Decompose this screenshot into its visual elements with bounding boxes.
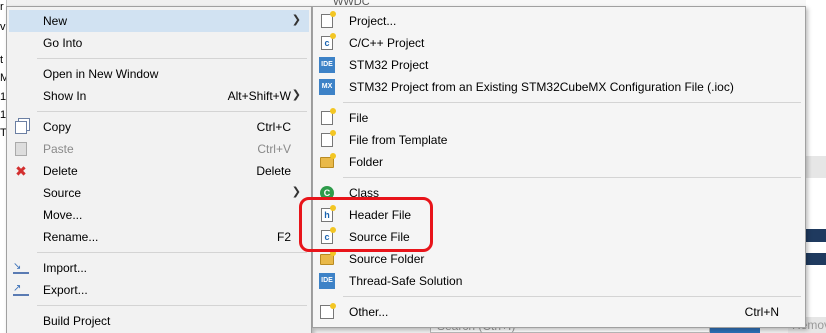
submenu-arrow-icon: ❯: [291, 89, 301, 101]
menu-item-open-in-new-window[interactable]: Open in New Window: [9, 63, 309, 85]
menu-separator: [37, 111, 307, 112]
submenu-item-folder[interactable]: Folder: [315, 151, 803, 173]
menu-separator: [343, 296, 801, 297]
menu-item-label: File from Template: [349, 133, 448, 147]
menu-item-move[interactable]: Move...: [9, 204, 309, 226]
right-panel-bar: [806, 253, 826, 265]
menu-separator: [37, 252, 307, 253]
menu-item-label: Export...: [43, 283, 88, 297]
submenu-item-thread-safe-solution[interactable]: IDE Thread-Safe Solution: [315, 270, 803, 292]
folder-icon: [319, 152, 336, 170]
submenu-item-file-from-template[interactable]: File from Template: [315, 129, 803, 151]
file-icon: [319, 108, 336, 126]
delete-icon: ✖: [15, 163, 27, 179]
context-menu: New ❯ Go Into Open in New Window Show In…: [6, 6, 312, 333]
submenu-item-project[interactable]: Project...: [315, 10, 803, 32]
menu-item-label: Open in New Window: [43, 67, 159, 81]
menu-item-label: STM32 Project from an Existing STM32Cube…: [349, 80, 734, 94]
submenu-item-stm32-from-ioc[interactable]: MX STM32 Project from an Existing STM32C…: [315, 76, 803, 98]
right-panel-bar: [806, 229, 826, 242]
menu-item-label: STM32 Project: [349, 58, 429, 72]
menu-item-label: Other...: [349, 305, 389, 319]
menu-item-export[interactable]: ↗ Export...: [9, 279, 309, 301]
menu-item-shortcut: Alt+Shift+W: [227, 89, 291, 103]
ide-icon: IDE: [319, 57, 335, 73]
menu-item-paste[interactable]: Paste Ctrl+V: [9, 138, 309, 160]
copy-icon: [13, 119, 29, 135]
menu-item-label: Copy: [43, 120, 72, 134]
submenu-item-other[interactable]: Other... Ctrl+N: [315, 301, 803, 323]
menu-separator: [37, 58, 307, 59]
menu-separator: [343, 102, 801, 103]
menu-item-source[interactable]: Source ❯: [9, 182, 309, 204]
menu-item-new[interactable]: New ❯: [9, 10, 309, 32]
file-template-icon: [319, 130, 336, 148]
source-folder-icon: [319, 249, 336, 267]
menu-item-copy[interactable]: Copy Ctrl+C: [9, 116, 309, 138]
export-icon: ↗: [13, 282, 29, 298]
menu-item-rename[interactable]: Rename... F2: [9, 226, 309, 248]
mx-icon: MX: [319, 79, 335, 95]
paste-icon: [13, 141, 29, 157]
menu-item-label: Folder: [349, 155, 384, 169]
menu-separator: [37, 305, 307, 306]
menu-item-label: Show In: [43, 89, 87, 103]
menu-separator: [343, 177, 801, 178]
project-wizard-icon: [319, 11, 336, 29]
menu-item-label: Move...: [43, 208, 83, 222]
cpp-project-icon: c: [319, 33, 336, 51]
submenu-arrow-icon: ❯: [291, 14, 301, 26]
menu-item-label: C/C++ Project: [349, 36, 425, 50]
menu-item-label: File: [349, 111, 369, 125]
menu-item-label: New: [43, 14, 68, 28]
menu-item-show-in[interactable]: Show In Alt+Shift+W ❯: [9, 85, 309, 107]
menu-item-build-project[interactable]: Build Project: [9, 310, 309, 332]
menu-item-shortcut: Ctrl+C: [256, 120, 291, 134]
import-icon: ↘: [13, 260, 29, 276]
menu-item-label: Paste: [43, 142, 74, 156]
annotation-highlight-box: [299, 197, 433, 252]
menu-item-label: Rename...: [43, 230, 99, 244]
submenu-item-stm32-project[interactable]: IDE STM32 Project: [315, 54, 803, 76]
menu-item-label: Go Into: [43, 36, 83, 50]
menu-item-go-into[interactable]: Go Into: [9, 32, 309, 54]
ide-icon: IDE: [319, 273, 335, 289]
other-wizard-icon: [319, 303, 336, 320]
submenu-item-file[interactable]: File: [315, 107, 803, 129]
tree-fragment: t: [0, 54, 4, 66]
menu-item-label: Thread-Safe Solution: [349, 274, 463, 288]
menu-item-shortcut: F2: [276, 230, 291, 244]
menu-item-label: Import...: [43, 261, 88, 275]
tree-fragment: v: [0, 21, 6, 33]
tree-fragment: r: [0, 1, 4, 13]
menu-item-import[interactable]: ↘ Import...: [9, 257, 309, 279]
menu-item-shortcut: Ctrl+V: [257, 142, 291, 156]
menu-item-shortcut: Ctrl+N: [744, 305, 779, 319]
menu-item-label: Build Project: [43, 314, 111, 328]
right-panel-scroll[interactable]: [806, 156, 826, 178]
menu-item-label: Source Folder: [349, 252, 425, 266]
submenu-arrow-icon: ❯: [291, 186, 301, 198]
new-submenu: Project... c C/C++ Project IDE STM32 Pro…: [312, 6, 806, 328]
submenu-item-cpp-project[interactable]: c C/C++ Project: [315, 32, 803, 54]
menu-item-label: Project...: [349, 14, 397, 28]
menu-item-shortcut: Delete: [256, 164, 291, 178]
menu-item-label: Delete: [43, 164, 78, 178]
menu-item-label: Source: [43, 186, 82, 200]
menu-item-delete[interactable]: ✖ Delete Delete: [9, 160, 309, 182]
